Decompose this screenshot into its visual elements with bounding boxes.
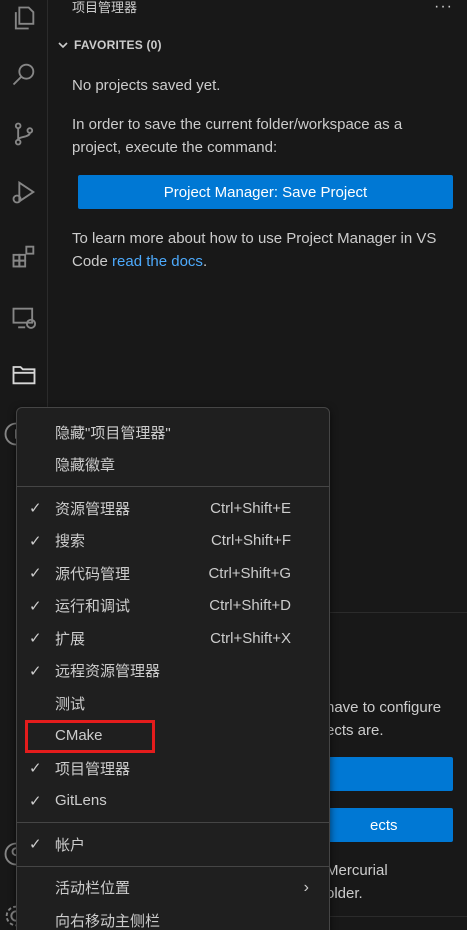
menu-item-label: 向右移动主侧栏 — [55, 912, 161, 930]
check-icon: ✓ — [29, 597, 42, 615]
welcome-content: No projects saved yet. In order to save … — [72, 74, 452, 175]
menu-shortcut: Ctrl+Shift+X — [210, 629, 291, 647]
menu-shortcut: Ctrl+Shift+D — [209, 597, 291, 615]
sidebar-title: 项目管理器 — [72, 0, 138, 15]
lower-text-line1: have to configure — [326, 699, 442, 716]
favorites-section-header[interactable]: FAVORITES (0) — [48, 34, 467, 56]
run-debug-icon[interactable] — [0, 168, 48, 216]
remote-explorer-icon[interactable] — [0, 294, 48, 342]
menu-shortcut: Ctrl+Shift+F — [210, 532, 291, 550]
check-icon: ✓ — [29, 500, 42, 518]
menu-item-label: 远程资源管理器 — [55, 663, 161, 681]
menu-item-label: 活动栏位置 — [55, 880, 131, 898]
menu-shortcut: Ctrl+Shift+G — [208, 564, 291, 582]
menu-separator — [17, 822, 329, 823]
menu-item-label: 扩展 — [55, 630, 86, 648]
menu-item-label: 运行和调试 — [55, 598, 131, 616]
check-icon: ✓ — [29, 760, 42, 778]
chevron-right-icon: › — [303, 878, 309, 896]
check-icon: ✓ — [29, 662, 42, 680]
save-project-button[interactable]: Project Manager: Save Project — [78, 175, 453, 209]
menu-item-label: 隐藏徽章 — [55, 457, 116, 475]
menu-separator — [17, 865, 329, 867]
more-actions-icon[interactable]: ··· — [434, 0, 453, 15]
menu-item-label: 搜索 — [55, 533, 86, 551]
source-control-icon[interactable] — [0, 110, 48, 158]
menu-item[interactable]: 隐藏"项目管理器" — [17, 416, 329, 449]
check-icon: ✓ — [29, 792, 42, 810]
menu-item[interactable]: ✓ 远程资源管理器 — [17, 655, 329, 688]
check-icon: ✓ — [29, 630, 42, 648]
learn-suffix: . — [202, 253, 208, 270]
menu-separator — [17, 486, 329, 487]
lower-text-line2: ects are. — [326, 722, 384, 739]
menu-item[interactable]: 活动栏位置 › — [17, 872, 329, 905]
menu-item[interactable]: 测试 — [17, 687, 329, 720]
menu-item-label: 项目管理器 — [55, 760, 131, 778]
menu-item[interactable]: ✓ 搜索 Ctrl+Shift+F — [17, 525, 329, 558]
read-docs-link[interactable]: read the docs — [112, 253, 203, 270]
menu-item[interactable]: 隐藏徽章 — [17, 449, 329, 482]
project-manager-icon[interactable] — [0, 350, 48, 398]
lower-secondary-button[interactable]: ects — [326, 808, 453, 842]
check-icon: ✓ — [29, 565, 42, 583]
explorer-icon[interactable] — [0, 0, 48, 42]
check-icon: ✓ — [29, 836, 42, 854]
menu-shortcut: Ctrl+Shift+E — [210, 499, 291, 517]
lower-description-2: Mercurial older. — [326, 859, 466, 905]
cmake-highlight-box — [25, 720, 155, 753]
menu-item[interactable]: ✓ 项目管理器 — [17, 752, 329, 785]
learn-more-text: To learn more about how to use Project M… — [72, 227, 452, 273]
search-icon[interactable] — [0, 50, 48, 98]
menu-item[interactable]: ✓ 源代码管理 Ctrl+Shift+G — [17, 557, 329, 590]
menu-item-label: 帐户 — [55, 836, 86, 854]
check-icon: ✓ — [29, 532, 42, 550]
menu-item[interactable]: ✓ 资源管理器 Ctrl+Shift+E — [17, 492, 329, 525]
no-projects-text: No projects saved yet. — [72, 77, 221, 94]
lower-primary-button[interactable] — [326, 757, 453, 791]
menu-item-label: 资源管理器 — [55, 500, 131, 518]
menu-item-label: 测试 — [55, 695, 86, 713]
menu-item-label: 隐藏"项目管理器" — [55, 424, 171, 442]
context-menu: 隐藏"项目管理器" 隐藏徽章 ✓ 资源管理器 Ctrl+Shift+E ✓ 搜索 Ctrl+… — [16, 407, 330, 930]
menu-item[interactable]: ✓ 扩展 Ctrl+Shift+X — [17, 622, 329, 655]
chevron-down-icon — [52, 34, 74, 56]
section-label: FAVORITES (0) — [74, 38, 162, 52]
menu-item[interactable]: ✓ 运行和调试 Ctrl+Shift+D — [17, 590, 329, 623]
extensions-icon[interactable] — [0, 232, 48, 280]
menu-item[interactable]: ✓ 帐户 — [17, 828, 329, 861]
lower-text2-line2: older. — [326, 885, 363, 902]
menu-item[interactable]: 向右移动主侧栏 — [17, 904, 329, 930]
lower-text2-line1: Mercurial — [326, 862, 388, 879]
menu-item-label: 源代码管理 — [55, 565, 131, 583]
instruction-text: In order to save the current folder/work… — [72, 116, 403, 156]
lower-description: have to configure ects are. — [326, 696, 466, 742]
menu-item[interactable]: ✓ GitLens — [17, 785, 329, 818]
menu-item-label: GitLens — [55, 792, 107, 810]
